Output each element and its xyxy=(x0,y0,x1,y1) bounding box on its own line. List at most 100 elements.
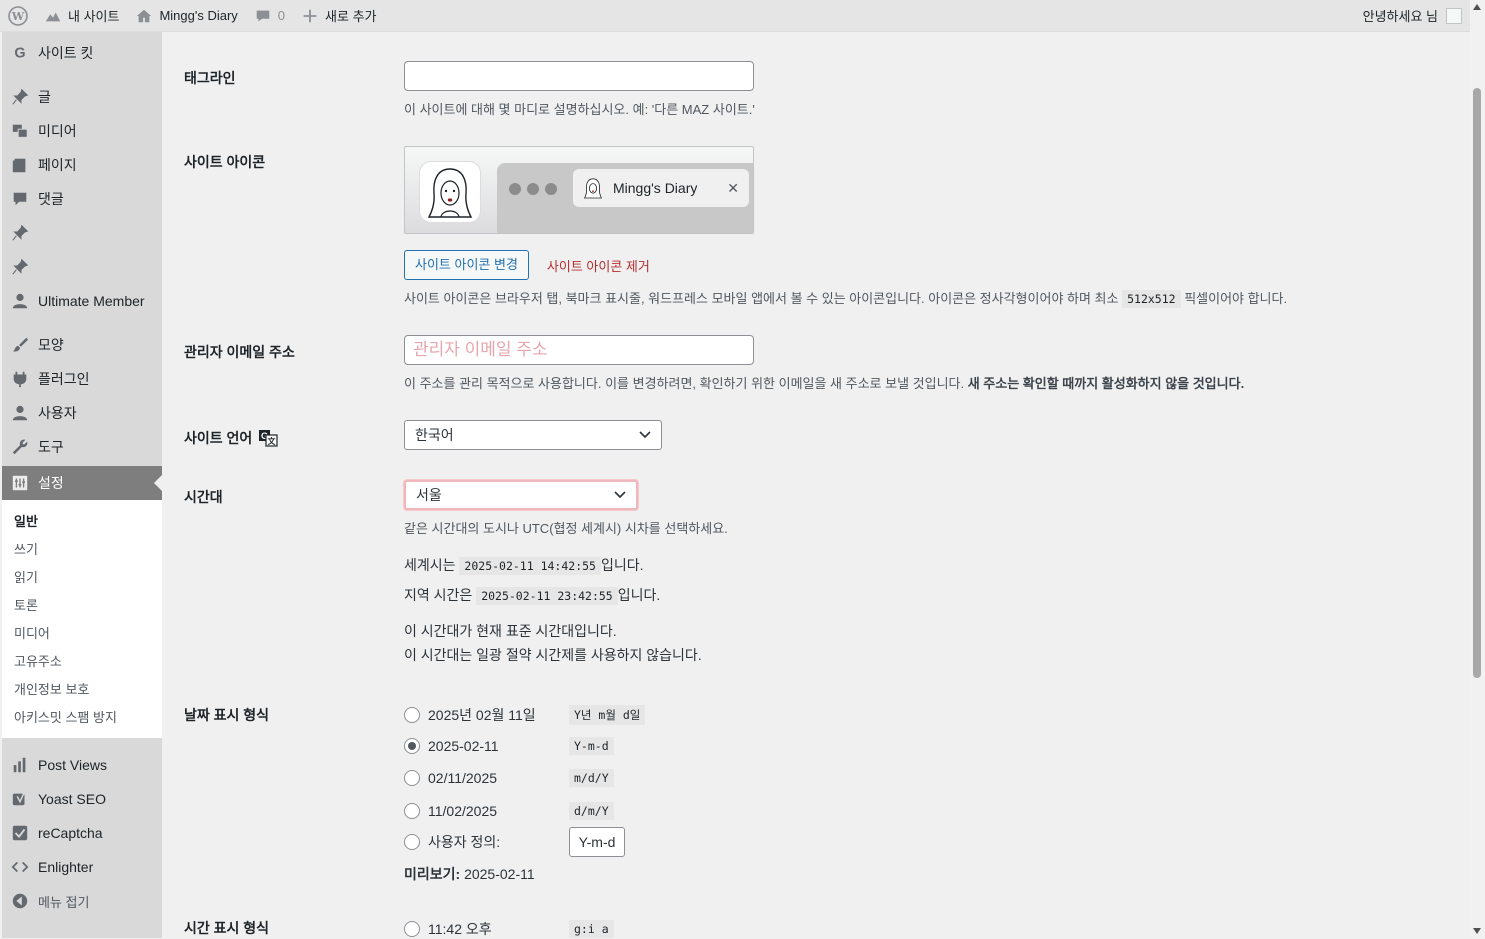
chevron-down-icon xyxy=(639,431,651,439)
submenu-media[interactable]: 미디어 xyxy=(2,620,162,648)
site-name-menu[interactable]: Mingg's Diary xyxy=(127,0,245,32)
new-content-label: 새로 추가 xyxy=(325,9,377,24)
menu-item-post-views[interactable]: Post Views xyxy=(2,748,162,782)
date-format-radio[interactable] xyxy=(404,770,420,786)
menu-item-appearance[interactable]: 모양 xyxy=(2,328,162,362)
plus-icon xyxy=(303,9,317,22)
scrollbar-thumb[interactable] xyxy=(1473,88,1481,678)
browser-preview: Mingg's Diary ✕ xyxy=(497,163,753,233)
collapse-icon xyxy=(10,891,30,911)
chevron-down-icon xyxy=(614,491,626,499)
admin-email-input[interactable] xyxy=(404,335,754,365)
utc-time-line: 세계시는 2025-02-11 14:42:55 입니다. xyxy=(404,555,728,575)
svg-text:W: W xyxy=(11,10,25,23)
menu-item-label: 사이트 킷 xyxy=(38,45,94,61)
time-format-option[interactable]: 11:42 오후 g:i a xyxy=(404,919,614,939)
comments-count: 0 xyxy=(277,8,286,23)
menu-item-custom-2[interactable] xyxy=(2,250,162,284)
menu-item-label: 모양 xyxy=(38,337,64,353)
tagline-label: 태그라인 xyxy=(184,70,236,86)
my-account-menu[interactable]: 안녕하세요 님 xyxy=(1355,0,1470,32)
menu-item-recaptcha[interactable]: reCaptcha xyxy=(2,816,162,850)
local-prefix: 지역 시간은 xyxy=(404,587,473,603)
local-suffix: 입니다. xyxy=(617,587,661,603)
menu-item-enlighter[interactable]: Enlighter xyxy=(2,850,162,884)
menu-item-posts[interactable]: 글 xyxy=(2,80,162,114)
menu-item-pages[interactable]: 페이지 xyxy=(2,148,162,182)
date-format-radio[interactable] xyxy=(404,803,420,819)
menu-item-label: 설정 xyxy=(38,475,64,491)
date-format-label: 날짜 표시 형식 xyxy=(184,707,270,723)
menu-item-label: 미디어 xyxy=(38,123,77,139)
app-icon-preview xyxy=(419,161,481,223)
date-format-custom-label: 사용자 정의: xyxy=(428,834,501,850)
time-format-code: g:i a xyxy=(569,920,614,938)
menu-item-label: 도구 xyxy=(38,439,64,455)
menu-item-site-kit[interactable]: G 사이트 킷 xyxy=(2,36,162,70)
submenu-reading[interactable]: 읽기 xyxy=(2,564,162,592)
submenu-discussion[interactable]: 토론 xyxy=(2,592,162,620)
submenu-writing[interactable]: 쓰기 xyxy=(2,536,162,564)
date-format-option[interactable]: 11/02/2025 d/m/Y xyxy=(404,802,614,820)
timezone-select[interactable]: 서울 xyxy=(404,480,638,510)
user-icon xyxy=(10,291,30,311)
browser-tab-preview: Mingg's Diary ✕ xyxy=(573,169,749,207)
date-format-custom-input[interactable]: Y-m-d xyxy=(569,827,625,857)
scrollbar[interactable] xyxy=(1470,0,1485,938)
date-format-radio[interactable] xyxy=(404,738,420,754)
menu-item-label: Enlighter xyxy=(38,859,94,875)
site-language-select[interactable]: 한국어 xyxy=(404,420,662,450)
site-language-value: 한국어 xyxy=(415,427,454,443)
menu-item-label: Post Views xyxy=(38,757,107,773)
menu-item-yoast[interactable]: Yoast SEO xyxy=(2,782,162,816)
scroll-up-icon[interactable] xyxy=(1473,4,1481,10)
menu-item-plugins[interactable]: 플러그인 xyxy=(2,362,162,396)
date-format-code: Y년 m월 d일 xyxy=(569,705,646,725)
date-format-option[interactable]: 2025-02-11 Y-m-d xyxy=(404,737,614,755)
submenu-permalinks[interactable]: 고유주소 xyxy=(2,648,162,676)
submenu-privacy[interactable]: 개인정보 보호 xyxy=(2,676,162,704)
local-time: 2025-02-11 23:42:55 xyxy=(476,587,618,605)
menu-item-tools[interactable]: 도구 xyxy=(2,430,162,464)
comment-icon xyxy=(10,189,30,209)
settings-submenu: 일반 쓰기 읽기 토론 미디어 고유주소 개인정보 보호 아키스밋 스팸 방지 xyxy=(2,500,162,738)
remove-site-icon-link[interactable]: 사이트 아이콘 제거 xyxy=(547,256,650,275)
submenu-general[interactable]: 일반 xyxy=(2,508,162,536)
date-format-option-label: 02/11/2025 xyxy=(428,770,498,786)
checkbox-icon xyxy=(10,823,30,843)
menu-item-media[interactable]: 미디어 xyxy=(2,114,162,148)
portrait-icon xyxy=(427,168,473,218)
utc-suffix: 입니다. xyxy=(600,557,644,573)
translate-icon: G文 xyxy=(259,430,278,447)
greeting-label: 안녕하세요 님 xyxy=(1362,9,1438,24)
my-sites-menu[interactable]: 내 사이트 xyxy=(36,0,127,32)
time-format-radio[interactable] xyxy=(404,921,420,937)
menu-item-settings[interactable]: 설정 xyxy=(2,466,162,500)
menu-item-ultimate-member[interactable]: Ultimate Member xyxy=(2,284,162,318)
date-format-option[interactable]: 02/11/2025 m/d/Y xyxy=(404,769,614,787)
date-format-custom-radio[interactable] xyxy=(404,834,420,850)
my-sites-icon xyxy=(45,11,61,21)
plugin-icon xyxy=(10,369,30,389)
comments-menu[interactable]: 0 xyxy=(246,0,293,32)
change-site-icon-button[interactable]: 사이트 아이콘 변경 xyxy=(404,250,529,280)
date-format-option[interactable]: 2025년 02월 11일 Y년 m월 d일 xyxy=(404,705,646,725)
settings-icon xyxy=(10,473,30,493)
site-icon-preview: Mingg's Diary ✕ xyxy=(404,146,754,234)
scroll-down-icon[interactable] xyxy=(1473,928,1481,934)
new-content-menu[interactable]: 새로 추가 xyxy=(293,0,384,32)
tagline-input[interactable] xyxy=(404,61,754,91)
menu-item-users[interactable]: 사용자 xyxy=(2,396,162,430)
time-format-option-label: 11:42 오후 xyxy=(428,921,492,937)
date-format-radio[interactable] xyxy=(404,707,420,723)
page-icon xyxy=(10,155,30,175)
collapse-menu-button[interactable]: 메뉴 접기 xyxy=(2,884,162,918)
wordpress-logo-button[interactable]: W xyxy=(0,0,36,32)
svg-text:G: G xyxy=(14,46,25,62)
submenu-akismet[interactable]: 아키스밋 스팸 방지 xyxy=(2,704,162,732)
date-format-custom-option[interactable]: 사용자 정의: Y-m-d xyxy=(404,827,625,857)
menu-item-comments[interactable]: 댓글 xyxy=(2,182,162,216)
icon-size-code: 512x512 xyxy=(1122,290,1181,308)
timezone-description: 같은 시간대의 도시나 UTC(협정 세계시) 시차를 선택하세요. xyxy=(404,521,728,536)
menu-item-custom-1[interactable] xyxy=(2,216,162,250)
